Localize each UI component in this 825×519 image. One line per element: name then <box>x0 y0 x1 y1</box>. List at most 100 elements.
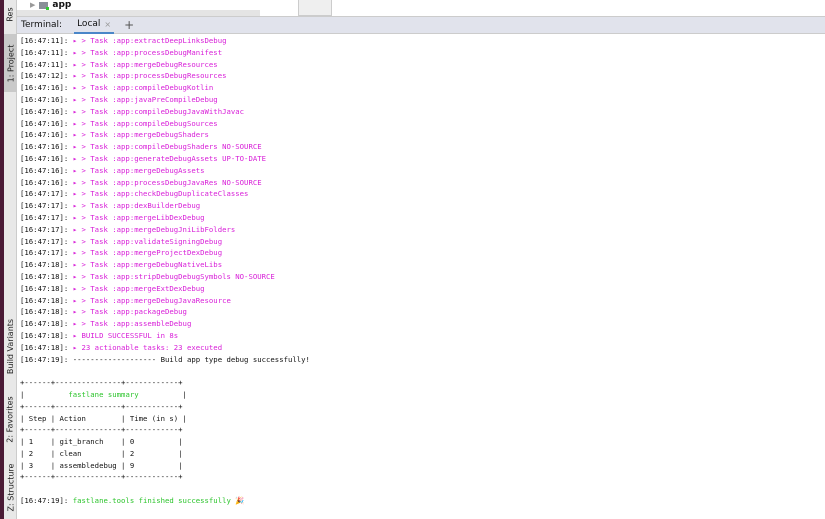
log-text: | 2 | clean | 2 | <box>20 448 183 458</box>
summary-row: | 2 | clean | 2 | <box>20 448 310 460</box>
log-line: [16:47:18]: ▸ > Task :app:stripDebugDebu… <box>20 271 310 283</box>
log-text: [16:47:18]: <box>20 342 73 352</box>
log-line: [16:47:17]: ▸ > Task :app:mergeProjectDe… <box>20 247 310 259</box>
log-text: ------------------- Build app type debug… <box>72 354 310 364</box>
log-text: [16:47:16]: <box>20 118 73 128</box>
sidebar-tab-label: Res <box>6 6 16 22</box>
log-text: [16:47:18]: <box>20 283 73 293</box>
log-line: [16:47:16]: ▸ > Task :app:compileDebugSh… <box>20 141 310 153</box>
log-message: ▸ > Task :app:mergeProjectDexDebug <box>72 248 223 258</box>
summary-row: | 1 | git_branch | 0 | <box>20 436 310 448</box>
log-text: [16:47:16]: <box>20 177 73 187</box>
close-icon[interactable]: × <box>104 20 111 29</box>
module-folder-icon <box>39 1 50 10</box>
summary-border: +------+---------------+------------+ <box>20 424 310 436</box>
log-text: | 1 | git_branch | 0 | <box>20 437 183 447</box>
log-text: [16:47:17]: <box>20 189 73 199</box>
expand-arrow-icon[interactable]: ▶ <box>30 1 35 9</box>
log-line: [16:47:18]: ▸ > Task :app:packageDebug <box>20 306 310 318</box>
log-line: [16:47:16]: ▸ > Task :app:compileDebugKo… <box>20 82 310 94</box>
log-text: [16:47:19]: <box>20 354 73 364</box>
log-message: ▸ > Task :app:validateSigningDebug <box>72 236 223 246</box>
log-message: ▸ > Task :app:compileDebugSources <box>72 118 218 128</box>
tab-label: Local <box>77 19 101 29</box>
log-line: [16:47:18]: ▸ > Task :app:assembleDebug <box>20 318 310 330</box>
sidebar-tab-favorites[interactable]: 2: Favorites <box>4 388 17 450</box>
log-line: [16:47:18]: ▸ > Task :app:mergeDebugNati… <box>20 259 310 271</box>
log-line: [16:47:19]: ------------------- Build ap… <box>20 354 310 366</box>
log-text: [16:47:17]: <box>20 224 73 234</box>
log-message: ▸ > Task :app:mergeDebugJniLibFolders <box>72 224 236 234</box>
log-text: [16:47:16]: <box>20 106 73 116</box>
log-line: [16:47:16]: ▸ > Task :app:generateDebugA… <box>20 153 310 165</box>
log-text: [16:47:17]: <box>20 201 73 211</box>
log-text: [16:47:17]: <box>20 236 73 246</box>
log-message: ▸ > Task :app:processDebugManifest <box>72 47 223 57</box>
log-text: [16:47:11]: <box>20 47 73 57</box>
log-line: [16:47:17]: ▸ > Task :app:validateSignin… <box>20 236 310 248</box>
log-line: [16:47:17]: ▸ > Task :app:checkDebugDupl… <box>20 188 310 200</box>
new-tab-plus-icon[interactable]: + <box>124 18 134 32</box>
tree-item-label: app <box>52 0 72 10</box>
sidebar-tab-resources[interactable]: Res <box>4 0 17 28</box>
log-text: [16:47:18]: <box>20 260 73 270</box>
log-message: ▸ 23 actionable tasks: 23 executed <box>72 342 223 352</box>
log-message: ▸ BUILD SUCCESSFUL in 8s <box>72 330 179 340</box>
editor-gutter <box>298 0 332 16</box>
sidebar-tab-label: 1: Project <box>6 44 16 82</box>
log-line: [16:47:18]: ▸ > Task :app:mergeExtDexDeb… <box>20 283 310 295</box>
log-message: ▸ > Task :app:checkDebugDuplicateClasses <box>72 189 249 199</box>
sidebar-tab-structure[interactable]: Z: Structure <box>4 458 17 516</box>
summary-row: | 3 | assembledebug | 9 | <box>20 460 310 472</box>
log-line: [16:47:11]: ▸ > Task :app:processDebugMa… <box>20 47 310 59</box>
summary-title: | fastlane summary | <box>20 389 310 401</box>
log-message: ▸ > Task :app:mergeDebugJavaResource <box>72 295 231 305</box>
log-text: +------+---------------+------------+ <box>20 425 183 435</box>
terminal-output[interactable]: [16:47:11]: ▸ > Task :app:extractDeepLin… <box>20 35 310 507</box>
log-message: fastlane.tools finished successfully 🎉 <box>72 496 245 506</box>
log-text: [16:47:11]: <box>20 36 73 45</box>
log-message: ▸ > Task :app:mergeLibDexDebug <box>72 212 205 222</box>
log-text: [16:47:18]: <box>20 307 73 317</box>
log-text: +------+---------------+------------+ <box>20 472 183 482</box>
log-text: | <box>20 389 69 399</box>
log-text: [16:47:11]: <box>20 59 73 69</box>
sidebar-tab-label: Z: Structure <box>6 463 15 511</box>
log-message: fastlane summary <box>68 389 139 399</box>
log-text: [16:47:18]: <box>20 295 73 305</box>
log-message: ▸ > Task :app:dexBuilderDebug <box>72 201 201 211</box>
log-message: ▸ > Task :app:compileDebugKotlin <box>72 83 214 93</box>
log-text: [16:47:16]: <box>20 165 73 175</box>
tree-item-app[interactable]: ▶ app <box>30 0 71 10</box>
terminal-tab-bar: Terminal: Local × + <box>17 16 825 34</box>
log-text: [16:47:17]: <box>20 212 73 222</box>
log-line: [16:47:16]: ▸ > Task :app:compileDebugSo… <box>20 118 310 130</box>
log-text: [16:47:16]: <box>20 130 73 140</box>
log-message: ▸ > Task :app:processDebugResources <box>72 71 227 81</box>
sidebar-tab-project[interactable]: 1: Project <box>4 34 17 92</box>
tab-local[interactable]: Local × <box>74 17 115 34</box>
log-message: ▸ > Task :app:extractDeepLinksDebug <box>72 36 227 45</box>
log-line: [16:47:16]: ▸ > Task :app:mergeDebugAsse… <box>20 165 310 177</box>
log-text: +------+---------------+------------+ <box>20 401 183 411</box>
log-text: [16:47:16]: <box>20 142 73 152</box>
log-text: | Step | Action | Time (in s) | <box>20 413 187 423</box>
terminal-title: Terminal: <box>21 20 63 30</box>
log-text: [16:47:17]: <box>20 248 73 258</box>
log-text: | 3 | assembledebug | 9 | <box>20 460 183 470</box>
log-message: ▸ > Task :app:mergeDebugAssets <box>72 165 205 175</box>
sidebar-tab-build-variants[interactable]: Build Variants <box>4 312 17 380</box>
summary-border: +------+---------------+------------+ <box>20 377 310 389</box>
log-message: ▸ > Task :app:generateDebugAssets UP-TO-… <box>72 153 267 163</box>
log-message: ▸ > Task :app:mergeDebugNativeLibs <box>72 260 223 270</box>
log-text: [16:47:12]: <box>20 71 73 81</box>
log-line: [16:47:16]: ▸ > Task :app:processDebugJa… <box>20 177 310 189</box>
log-message: ▸ > Task :app:compileDebugJavaWithJavac <box>72 106 245 116</box>
log-message: ▸ > Task :app:mergeDebugResources <box>72 59 218 69</box>
log-message: ▸ > Task :app:stripDebugDebugSymbols NO-… <box>72 271 275 281</box>
log-text: [16:47:19]: <box>20 496 73 506</box>
sidebar-tab-label: Build Variants <box>6 318 16 374</box>
log-line: [16:47:11]: ▸ > Task :app:extractDeepLin… <box>20 35 310 47</box>
tool-window-sidebar: Res 1: Project Build Variants 2: Favorit… <box>4 0 17 519</box>
